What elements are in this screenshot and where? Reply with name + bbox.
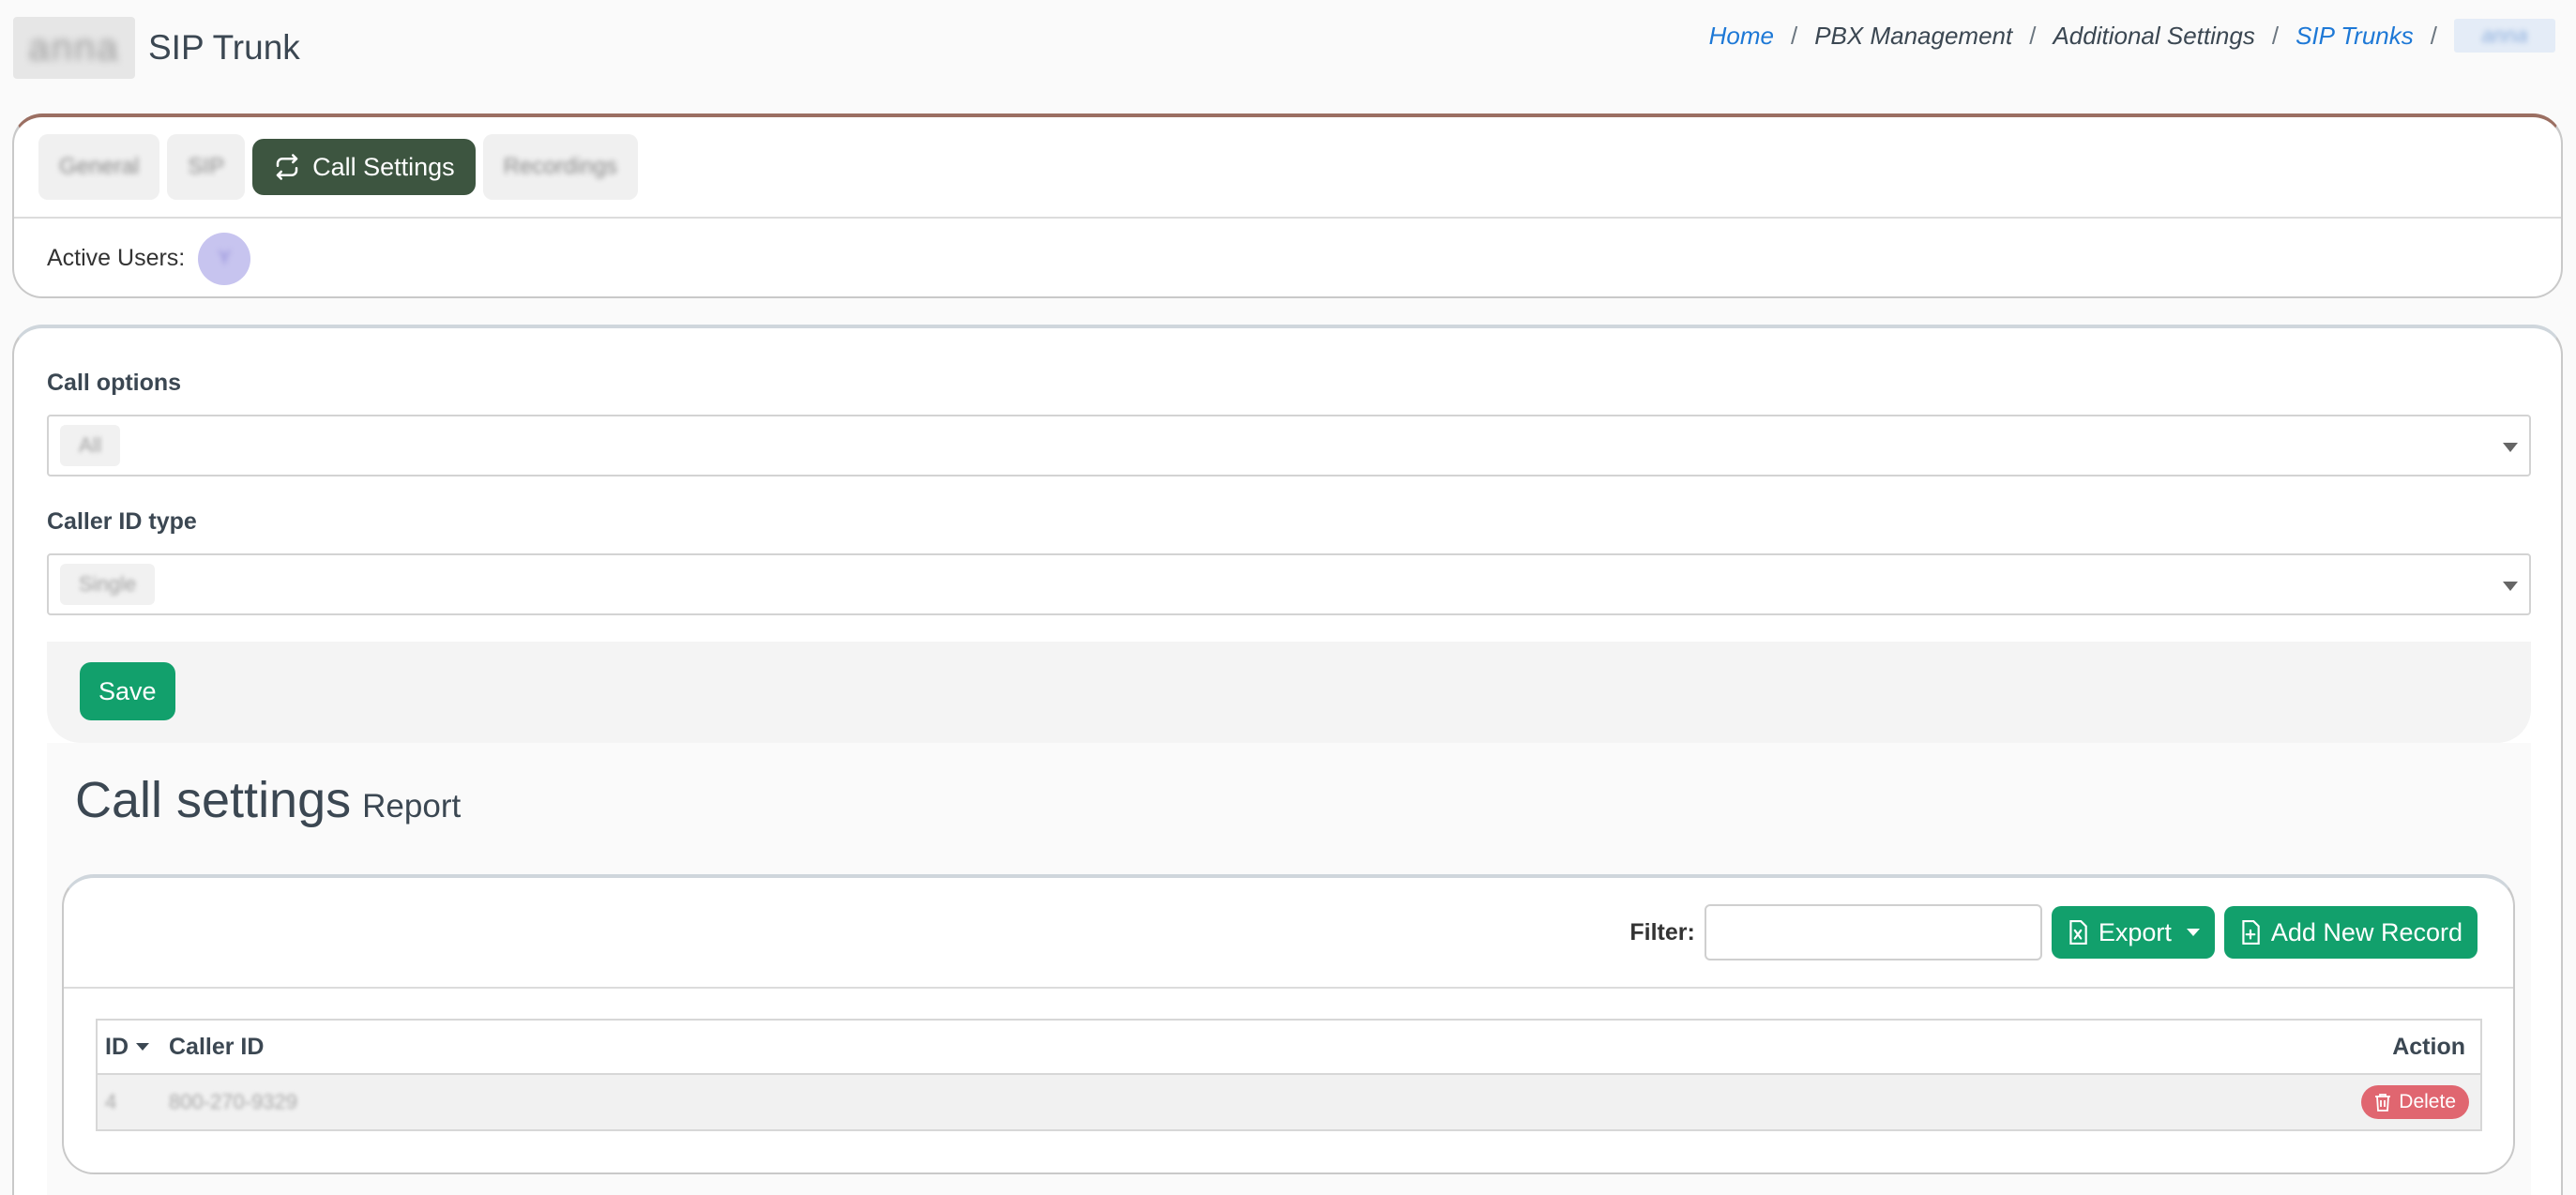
column-header-caller-id[interactable]: Caller ID bbox=[169, 1034, 2368, 1061]
report-table-card: Filter: Export Add New Record ID Caller … bbox=[62, 874, 2515, 1174]
avatar[interactable]: Y bbox=[198, 232, 251, 285]
filter-label: Filter: bbox=[1629, 918, 1695, 945]
trash-icon bbox=[2375, 1094, 2391, 1112]
call-settings-card: Call options All Caller ID type Single S… bbox=[12, 325, 2563, 1195]
breadcrumb-home[interactable]: Home bbox=[1709, 22, 1774, 51]
report-section: Call settings Report Filter: Export Add … bbox=[47, 743, 2531, 1195]
report-title-main: Call settings bbox=[75, 772, 352, 828]
page-header: anna SIP Trunk bbox=[13, 15, 300, 81]
table-header: ID Caller ID Action bbox=[98, 1021, 2480, 1075]
caller-id-table: ID Caller ID Action 4 800-270-9329 Delet… bbox=[96, 1019, 2482, 1131]
page-title: SIP Trunk bbox=[148, 28, 300, 67]
delete-label: Delete bbox=[2399, 1091, 2456, 1112]
export-button[interactable]: Export bbox=[2051, 906, 2215, 959]
add-new-record-button[interactable]: Add New Record bbox=[2223, 906, 2478, 959]
add-new-record-label: Add New Record bbox=[2270, 917, 2462, 946]
file-plus-icon bbox=[2242, 920, 2260, 945]
tab-bar: General SIP Call Settings Recordings bbox=[14, 117, 2561, 219]
breadcrumb-current[interactable]: anna bbox=[2454, 19, 2555, 53]
delete-button[interactable]: Delete bbox=[2361, 1085, 2469, 1119]
chevron-down-icon bbox=[2503, 443, 2518, 452]
active-users-label: Active Users: bbox=[47, 245, 186, 271]
table-toolbar: Filter: Export Add New Record bbox=[64, 878, 2513, 989]
active-users-row: Active Users: Y bbox=[14, 219, 2561, 296]
form-actions: Save bbox=[47, 642, 2531, 743]
breadcrumb-separator: / bbox=[2430, 21, 2437, 50]
tab-sip[interactable]: SIP bbox=[167, 134, 246, 200]
call-options-select[interactable]: All bbox=[47, 415, 2531, 476]
filter-input[interactable] bbox=[1704, 904, 2042, 961]
cell-id: 4 bbox=[105, 1090, 117, 1113]
trunk-tabs-card: General SIP Call Settings Recordings Act… bbox=[12, 113, 2563, 298]
call-options-label: Call options bbox=[47, 370, 182, 396]
report-title: Call settings Report bbox=[75, 771, 461, 829]
breadcrumb: Home / PBX Management / Additional Setti… bbox=[1709, 19, 2555, 53]
breadcrumb-separator: / bbox=[1790, 21, 1798, 50]
column-header-id[interactable]: ID bbox=[98, 1034, 169, 1061]
breadcrumb-separator: / bbox=[2029, 21, 2037, 50]
call-options-value: All bbox=[60, 425, 121, 466]
tab-recordings[interactable]: Recordings bbox=[482, 134, 639, 200]
column-header-action: Action bbox=[2392, 1033, 2465, 1060]
caller-id-type-select[interactable]: Single bbox=[47, 553, 2531, 615]
breadcrumb-pbx-management: PBX Management bbox=[1814, 21, 2013, 50]
sort-desc-icon bbox=[136, 1043, 149, 1051]
table-row: 4 800-270-9329 Delete bbox=[98, 1075, 2480, 1129]
file-excel-icon bbox=[2069, 920, 2087, 945]
column-id-label: ID bbox=[105, 1033, 129, 1060]
caret-down-icon bbox=[2186, 929, 2200, 936]
caller-id-type-label: Caller ID type bbox=[47, 508, 197, 535]
breadcrumb-separator: / bbox=[2271, 21, 2280, 50]
report-title-sub: Report bbox=[362, 788, 462, 824]
cell-caller-id: 800-270-9329 bbox=[169, 1090, 298, 1113]
breadcrumb-additional-settings: Additional Settings bbox=[2053, 21, 2255, 50]
tab-call-settings-label: Call Settings bbox=[312, 152, 455, 181]
company-logo: anna bbox=[13, 17, 135, 79]
caller-id-type-value: Single bbox=[60, 564, 156, 605]
breadcrumb-sip-trunks[interactable]: SIP Trunks bbox=[2296, 22, 2414, 51]
tab-general[interactable]: General bbox=[38, 134, 160, 200]
tab-call-settings[interactable]: Call Settings bbox=[252, 139, 476, 195]
save-button[interactable]: Save bbox=[80, 662, 175, 720]
export-label: Export bbox=[2098, 917, 2172, 946]
repeat-icon bbox=[276, 154, 298, 180]
chevron-down-icon bbox=[2503, 582, 2518, 591]
